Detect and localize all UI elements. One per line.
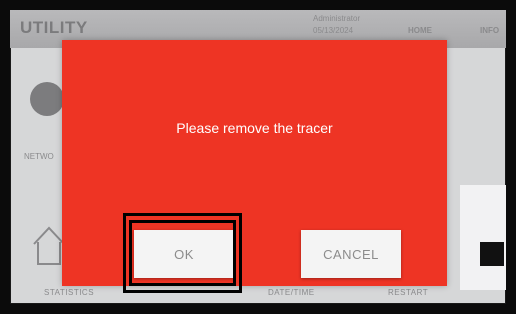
tile-restart-label: RESTART (388, 288, 429, 297)
current-date: 05/13/2024 (313, 26, 354, 35)
tile-network-label: NETWO (24, 152, 54, 161)
globe-icon[interactable] (30, 82, 64, 116)
nav-info[interactable]: INFO (480, 26, 499, 35)
tile-statistics-label: STATISTICS (44, 288, 95, 297)
tile-datetime-label: DATE/TIME (268, 288, 315, 297)
app-title: UTILITY (20, 18, 88, 37)
user-info: Administrator 05/13/2024 (313, 13, 360, 37)
home-icon[interactable] (32, 224, 66, 268)
side-panel (460, 185, 506, 290)
cancel-button[interactable]: CANCEL (301, 230, 401, 278)
alert-dialog: Please remove the tracer OK CANCEL (62, 40, 447, 286)
user-name: Administrator (313, 14, 361, 23)
nav-home[interactable]: HOME (408, 26, 432, 35)
side-indicator (480, 242, 504, 266)
highlight-box-inner (129, 220, 236, 286)
dialog-message: Please remove the tracer (176, 120, 333, 136)
